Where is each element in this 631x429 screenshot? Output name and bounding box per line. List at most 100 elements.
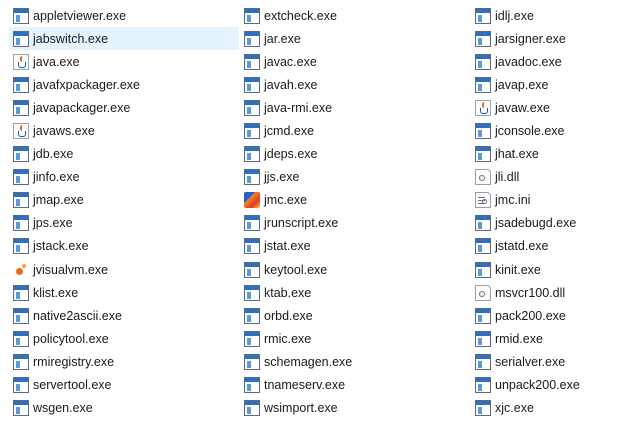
file-column: appletviewer.exe jabswitch.exe java.exe jav… bbox=[9, 4, 239, 420]
file-name: javac.exe bbox=[264, 54, 317, 69]
file-item[interactable]: jdb.exe bbox=[9, 143, 239, 166]
file-name: orbd.exe bbox=[264, 308, 313, 323]
file-item[interactable]: jhat.exe bbox=[471, 143, 629, 166]
file-item[interactable]: jvisualvm.exe bbox=[9, 258, 239, 281]
file-item[interactable]: idlj.exe bbox=[471, 4, 629, 27]
jmc-icon bbox=[244, 192, 260, 209]
file-item[interactable]: jstat.exe bbox=[240, 235, 468, 258]
file-item[interactable]: jmc.ini bbox=[471, 189, 629, 212]
exe-icon bbox=[13, 284, 29, 301]
file-item[interactable]: javapackager.exe bbox=[9, 96, 239, 119]
file-item[interactable]: jarsigner.exe bbox=[471, 27, 629, 50]
exe-icon bbox=[244, 400, 260, 417]
file-item[interactable]: appletviewer.exe bbox=[9, 4, 239, 27]
exe-icon bbox=[244, 123, 260, 140]
file-item[interactable]: unpack200.exe bbox=[471, 374, 629, 397]
file-item[interactable]: jjs.exe bbox=[240, 166, 468, 189]
file-name: jcmd.exe bbox=[264, 124, 315, 139]
file-item[interactable]: orbd.exe bbox=[240, 304, 468, 327]
file-item[interactable]: javah.exe bbox=[240, 73, 468, 96]
exe-icon bbox=[244, 284, 260, 301]
file-item[interactable]: javaw.exe bbox=[471, 96, 629, 119]
file-name: pack200.exe bbox=[495, 308, 566, 323]
file-item[interactable]: jstack.exe bbox=[9, 235, 239, 258]
file-item[interactable]: jrunscript.exe bbox=[240, 212, 468, 235]
exe-icon bbox=[13, 7, 29, 24]
file-name: jstatd.exe bbox=[495, 239, 549, 254]
file-item[interactable]: jstatd.exe bbox=[471, 235, 629, 258]
file-name: unpack200.exe bbox=[495, 378, 580, 393]
file-name: kinit.exe bbox=[495, 262, 541, 277]
exe-icon bbox=[244, 146, 260, 163]
exe-icon bbox=[244, 377, 260, 394]
file-name: msvcr100.dll bbox=[495, 285, 566, 300]
file-item[interactable]: wsgen.exe bbox=[9, 397, 239, 420]
file-item[interactable]: native2ascii.exe bbox=[9, 304, 239, 327]
file-item[interactable]: javac.exe bbox=[240, 50, 468, 73]
file-item[interactable]: ktab.exe bbox=[240, 281, 468, 304]
file-item[interactable]: jar.exe bbox=[240, 27, 468, 50]
exe-icon bbox=[475, 146, 491, 163]
file-item[interactable]: jps.exe bbox=[9, 212, 239, 235]
file-item[interactable]: jabswitch.exe bbox=[9, 27, 239, 51]
file-name: jconsole.exe bbox=[495, 124, 565, 139]
file-item[interactable]: javafxpackager.exe bbox=[9, 73, 239, 96]
file-item[interactable]: policytool.exe bbox=[9, 327, 239, 350]
file-name: xjc.exe bbox=[495, 401, 534, 416]
file-name: jinfo.exe bbox=[33, 170, 80, 185]
file-item[interactable]: klist.exe bbox=[9, 281, 239, 304]
file-item[interactable]: tnameserv.exe bbox=[240, 374, 468, 397]
file-item[interactable]: java.exe bbox=[9, 50, 239, 73]
file-name: javaws.exe bbox=[33, 124, 95, 139]
file-name: jarsigner.exe bbox=[495, 31, 566, 46]
exe-icon bbox=[475, 353, 491, 370]
file-item[interactable]: schemagen.exe bbox=[240, 350, 468, 373]
file-name: javaw.exe bbox=[495, 100, 550, 115]
file-item[interactable]: rmiregistry.exe bbox=[9, 350, 239, 373]
file-item[interactable]: jinfo.exe bbox=[9, 166, 239, 189]
file-item[interactable]: javap.exe bbox=[471, 73, 629, 96]
file-item[interactable]: javaws.exe bbox=[9, 119, 239, 142]
file-item[interactable]: jmc.exe bbox=[240, 189, 468, 212]
exe-icon bbox=[13, 377, 29, 394]
file-name: jstack.exe bbox=[33, 239, 89, 254]
file-item[interactable]: pack200.exe bbox=[471, 304, 629, 327]
file-item[interactable]: keytool.exe bbox=[240, 258, 468, 281]
file-item[interactable]: servertool.exe bbox=[9, 374, 239, 397]
file-item[interactable]: jsadebugd.exe bbox=[471, 212, 629, 235]
file-name: serialver.exe bbox=[495, 354, 566, 369]
file-name: native2ascii.exe bbox=[33, 308, 122, 323]
file-name: jvisualvm.exe bbox=[33, 262, 109, 277]
exe-icon bbox=[475, 53, 491, 70]
file-name: jli.dll bbox=[495, 170, 520, 185]
exe-icon bbox=[13, 238, 29, 255]
exe-icon bbox=[475, 215, 491, 232]
file-name: klist.exe bbox=[33, 285, 79, 300]
file-item[interactable]: extcheck.exe bbox=[240, 4, 468, 27]
file-name: tnameserv.exe bbox=[264, 378, 346, 393]
file-item[interactable]: jmap.exe bbox=[9, 189, 239, 212]
file-item[interactable]: jcmd.exe bbox=[240, 119, 468, 142]
file-item[interactable]: kinit.exe bbox=[471, 258, 629, 281]
file-item[interactable]: rmid.exe bbox=[471, 327, 629, 350]
file-item[interactable]: wsimport.exe bbox=[240, 397, 468, 420]
file-item[interactable]: java-rmi.exe bbox=[240, 96, 468, 119]
file-item[interactable]: jconsole.exe bbox=[471, 119, 629, 142]
file-item[interactable]: rmic.exe bbox=[240, 327, 468, 350]
file-name: jmc.exe bbox=[264, 193, 308, 208]
file-item[interactable]: serialver.exe bbox=[471, 350, 629, 373]
exe-icon bbox=[244, 330, 260, 347]
file-item[interactable]: javadoc.exe bbox=[471, 50, 629, 73]
file-item[interactable]: jdeps.exe bbox=[240, 143, 468, 166]
exe-icon bbox=[13, 330, 29, 347]
file-name: jhat.exe bbox=[495, 147, 539, 162]
exe-icon bbox=[244, 261, 260, 278]
exe-icon bbox=[244, 353, 260, 370]
file-name: java.exe bbox=[33, 54, 80, 69]
file-name: wsgen.exe bbox=[33, 401, 93, 416]
file-name: policytool.exe bbox=[33, 331, 109, 346]
file-item[interactable]: jli.dll bbox=[471, 166, 629, 189]
file-item[interactable]: msvcr100.dll bbox=[471, 281, 629, 304]
java-icon bbox=[475, 99, 491, 116]
file-item[interactable]: xjc.exe bbox=[471, 397, 629, 420]
